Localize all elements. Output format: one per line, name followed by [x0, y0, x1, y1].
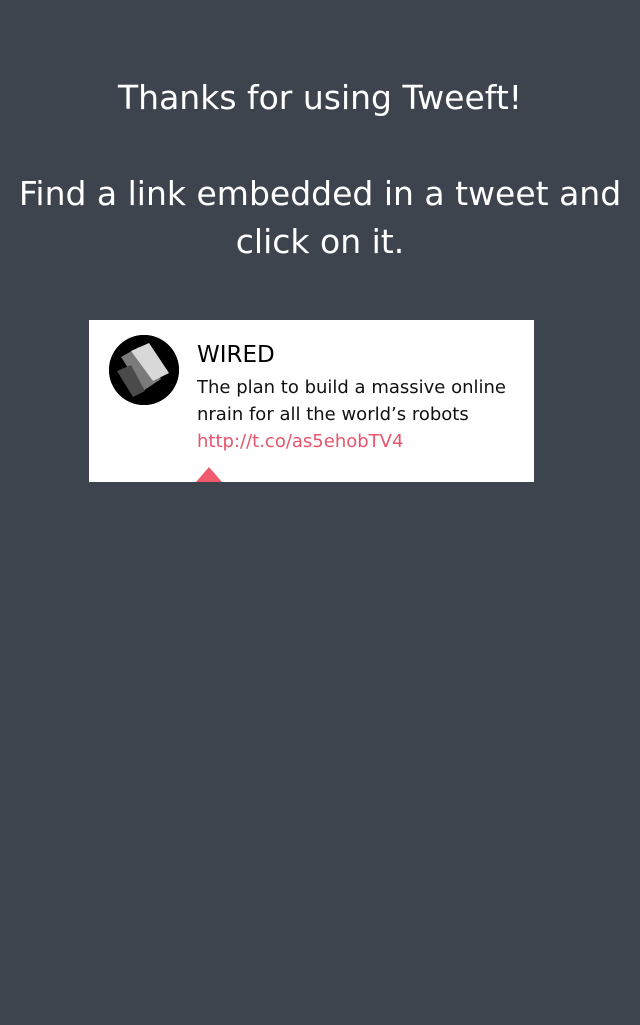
wired-logo-icon — [109, 335, 179, 405]
tweet-link[interactable]: http://t.co/as5ehobTV4 — [197, 428, 403, 455]
instruction-message: Find a link embedded in a tweet and clic… — [18, 174, 622, 261]
link-pointer-arrow-icon — [196, 467, 222, 482]
tweet-text: The plan to build a massive online nrain… — [197, 377, 506, 425]
tweet-author: WIRED — [197, 342, 275, 368]
tweet-card: WIRED The plan to build a massive online… — [89, 320, 534, 482]
thanks-message: Thanks for using Tweeft! — [118, 78, 522, 117]
